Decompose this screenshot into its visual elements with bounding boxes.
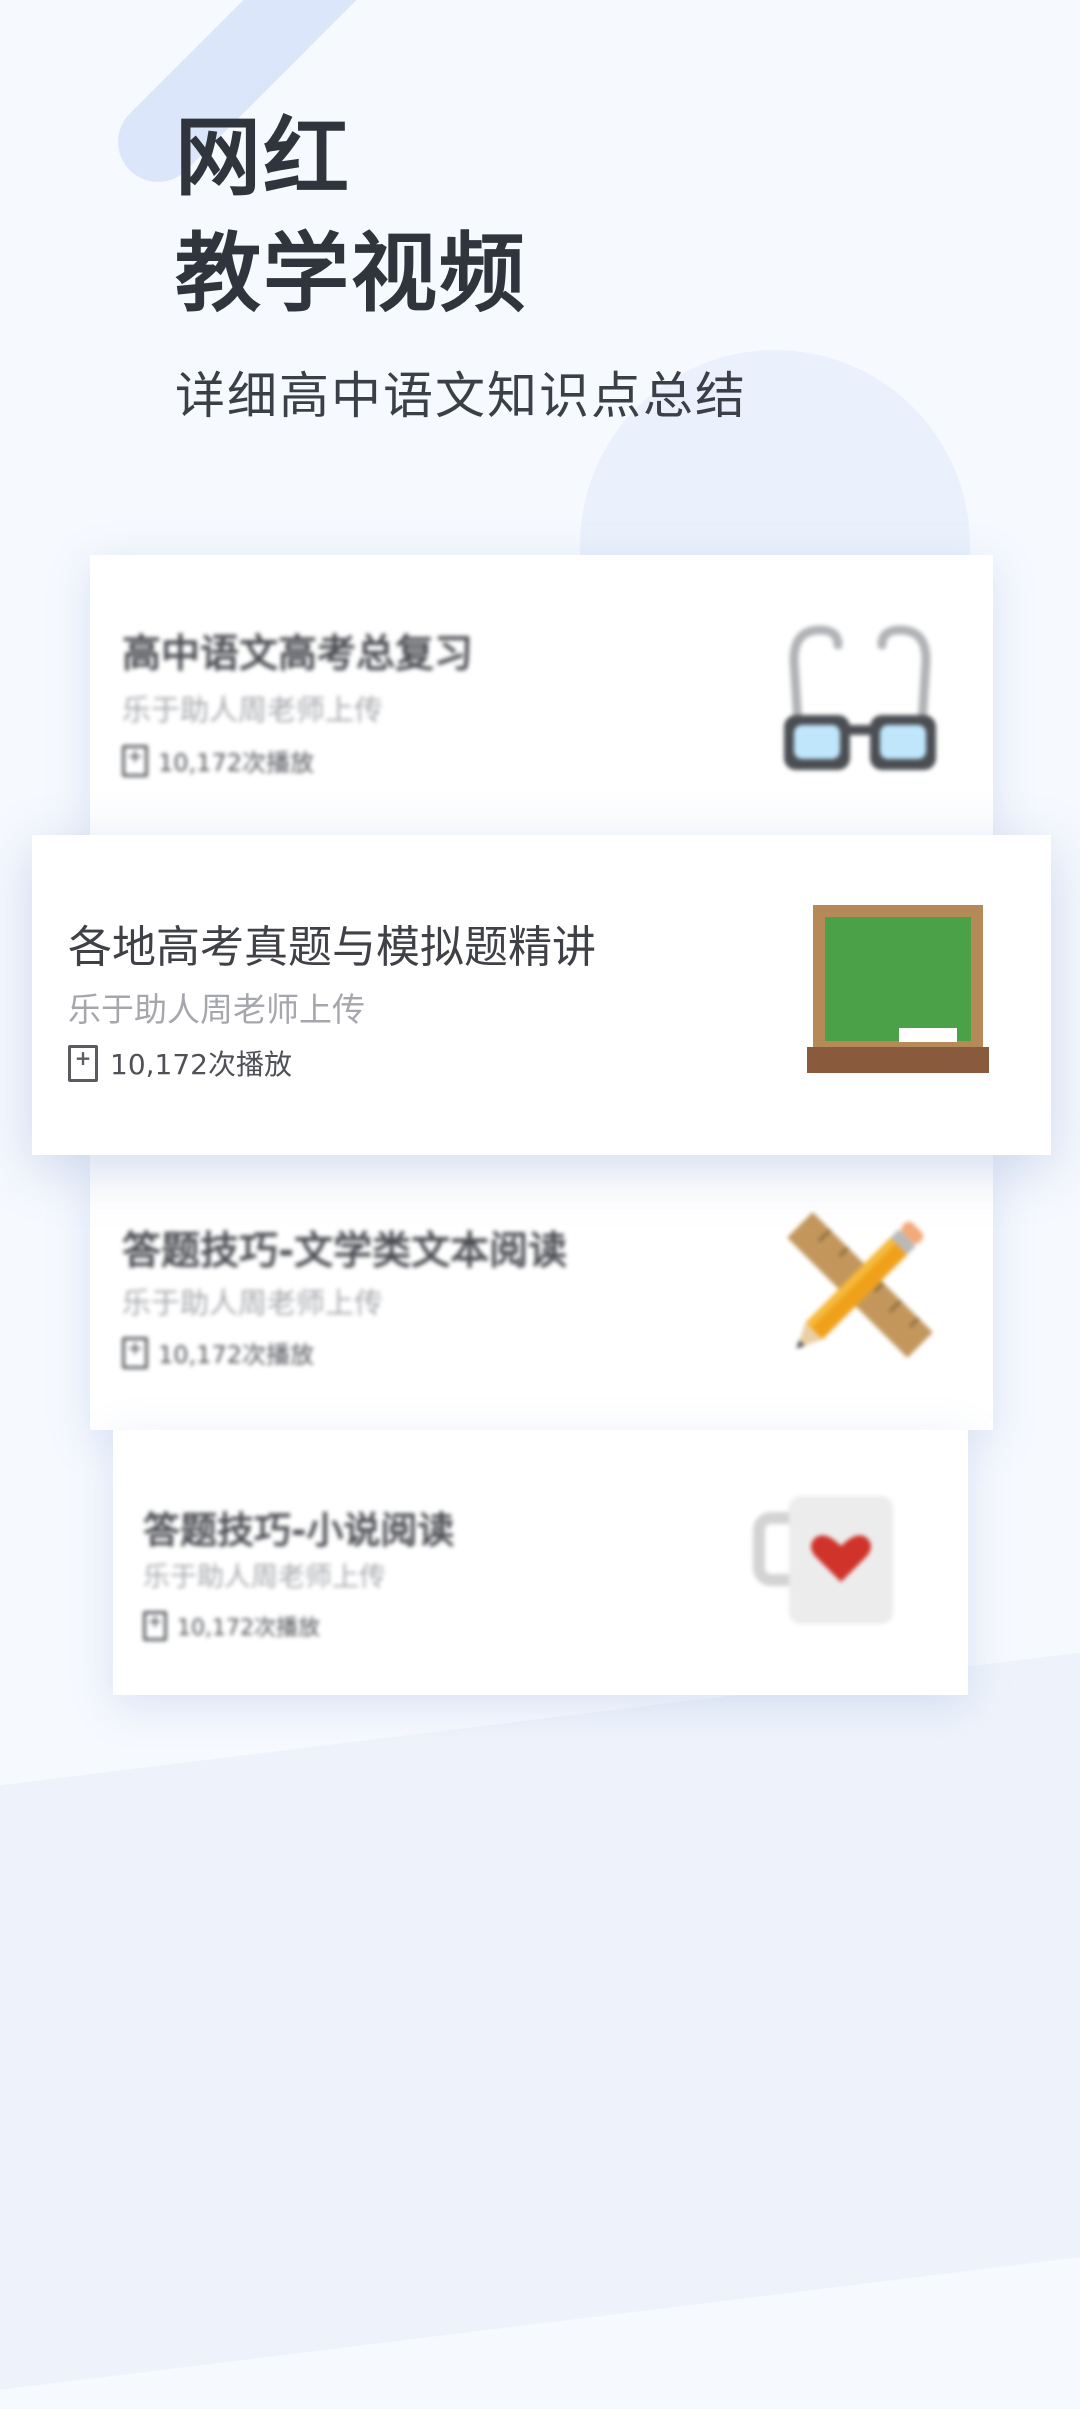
glasses-icon [784,625,936,770]
pencil-ruler-icon [787,1212,933,1358]
card-plays: 10,172次播放 [143,1610,320,1642]
card-title: 答题技巧-小说阅读 [143,1509,455,1552]
card-title: 高中语文高考总复习 [122,632,474,677]
card-plays-count: 10,172次播放 [158,1341,314,1369]
heart-mug-icon [753,1496,893,1624]
video-card-4[interactable]: 答题技巧-小说阅读 乐于助人周老师上传 10,172次播放 [113,1430,968,1695]
card-uploader: 乐于助人周老师上传 [122,1286,384,1320]
card-uploader: 乐于助人周老师上传 [68,990,365,1029]
video-card-1[interactable]: 高中语文高考总复习 乐于助人周老师上传 10,172次播放 [90,555,993,838]
hero-section: 网红 教学视频 详细高中语文知识点总结 [175,100,747,428]
card-title: 答题技巧-文学类文本阅读 [122,1229,568,1274]
card-plays-count: 10,172次播放 [110,1048,292,1081]
bookmark-icon [143,1611,167,1641]
card-plays-count: 10,172次播放 [177,1616,320,1641]
card-uploader: 乐于助人周老师上传 [143,1562,386,1593]
card-uploader: 乐于助人周老师上传 [122,693,384,727]
bookmark-icon [68,1044,98,1082]
chalkboard-icon [807,905,989,1073]
card-plays: 10,172次播放 [68,1043,292,1083]
card-plays: 10,172次播放 [122,1335,314,1370]
hero-title-line1: 网红 [175,107,351,208]
video-card-2[interactable]: 各地高考真题与模拟题精讲 乐于助人周老师上传 10,172次播放 [32,835,1051,1155]
hero-title-line2: 教学视频 [175,223,527,324]
hero-subtitle: 详细高中语文知识点总结 [175,367,747,425]
decor-bottom-wave [0,1630,1080,2409]
card-title: 各地高考真题与模拟题精讲 [68,922,596,973]
card-plays: 10,172次播放 [122,743,314,778]
video-card-3[interactable]: 答题技巧-文学类文本阅读 乐于助人周老师上传 10,172次播放 [90,1155,993,1430]
bookmark-icon [122,1336,148,1369]
card-plays-count: 10,172次播放 [158,749,314,777]
bookmark-icon [122,744,148,777]
